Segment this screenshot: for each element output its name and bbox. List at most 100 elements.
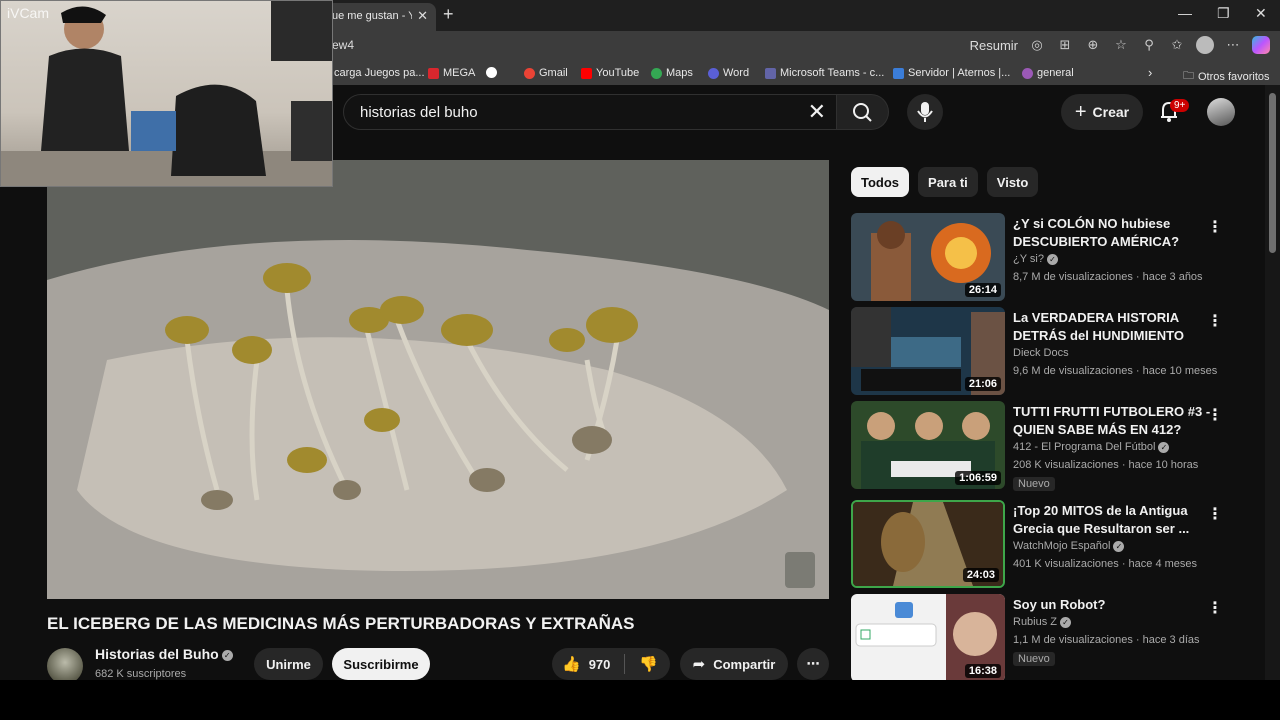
bookmark-item[interactable]: MEGA xyxy=(428,67,475,79)
search-button[interactable] xyxy=(837,94,889,130)
recommendation-channel[interactable]: Dieck Docs xyxy=(1013,347,1069,359)
recommendation-title[interactable]: Soy un Robot? xyxy=(1013,596,1213,614)
recommendation-title[interactable]: TUTTI FRUTTI FUTBOLERO #3 - QUIEN SABE M… xyxy=(1013,403,1213,439)
channel-avatar[interactable] xyxy=(47,648,83,680)
channel-text: WatchMojo Español xyxy=(1013,540,1111,552)
recommendation-item[interactable]: 16:38 Soy un Robot? Rubius Z ✓ 1,1 M de v… xyxy=(851,594,1251,680)
subscribe-button[interactable]: Suscribirme xyxy=(332,648,430,680)
address-bar[interactable]: ew4 xyxy=(332,38,354,52)
search-query: historias del buho xyxy=(360,104,478,121)
recommendation-title[interactable]: ¿Y si COLÓN NO hubiese DESCUBIERTO AMÉRI… xyxy=(1013,215,1213,251)
recommendation-meta: 208 K visualizaciones · hace 10 horas xyxy=(1013,459,1199,471)
profile-avatar[interactable] xyxy=(1196,36,1214,54)
recommendation-channel[interactable]: Rubius Z ✓ xyxy=(1013,616,1072,628)
bookmark-item[interactable] xyxy=(486,67,497,78)
reader-icon[interactable]: ◎ xyxy=(1028,37,1046,53)
bookmark-item[interactable]: general xyxy=(1022,67,1074,79)
share-button[interactable]: ➦ Compartir xyxy=(680,648,788,680)
discord-icon xyxy=(1022,67,1033,79)
kebab-menu-icon[interactable]: ⋮ xyxy=(1207,311,1223,331)
search-icon xyxy=(853,103,872,122)
like-button[interactable]: 👍 970 xyxy=(562,655,610,673)
video-title: EL ICEBERG DE LAS MEDICINAS MÁS PERTURBA… xyxy=(47,614,635,633)
recommendation-item[interactable]: 1:06:59 TUTTI FRUTTI FUTBOLERO #3 - QUIE… xyxy=(851,401,1251,491)
video-player[interactable] xyxy=(47,160,829,599)
kebab-menu-icon[interactable]: ⋮ xyxy=(1207,504,1223,524)
gmail-icon xyxy=(524,67,535,79)
chevron-right-icon[interactable]: › xyxy=(1148,65,1152,80)
video-duration: 16:38 xyxy=(964,664,1001,678)
video-duration: 1:06:59 xyxy=(955,471,1001,485)
bookmark-item[interactable]: YouTube xyxy=(581,67,639,79)
bookmark-item[interactable]: Microsoft Teams - c... xyxy=(765,67,884,79)
recommendation-title[interactable]: La VERDADERA HISTORIA DETRÁS del HUNDIMI… xyxy=(1013,309,1213,345)
user-avatar[interactable] xyxy=(1207,98,1235,126)
close-icon[interactable]: ✕ xyxy=(417,8,428,24)
recommendation-item[interactable]: 21:06 La VERDADERA HISTORIA DETRÁS del H… xyxy=(851,307,1251,395)
star-icon[interactable]: ☆ xyxy=(1112,37,1130,53)
recommendation-title[interactable]: ¡Top 20 MITOS de la Antigua Grecia que R… xyxy=(1013,502,1213,538)
video-thumbnail[interactable]: 21:06 xyxy=(851,307,1005,395)
join-button[interactable]: Unirme xyxy=(254,648,323,680)
create-label: Crear xyxy=(1092,104,1130,120)
more-icon[interactable]: ⋯ xyxy=(1224,37,1242,53)
video-thumbnail[interactable]: 1:06:59 xyxy=(851,401,1005,489)
channel-name[interactable]: Historias del Buho ✓ xyxy=(95,646,233,662)
recommendation-channel[interactable]: 412 - El Programa Del Fútbol ✓ xyxy=(1013,441,1170,453)
bookmark-item[interactable]: Word xyxy=(708,67,749,79)
video-thumbnail[interactable]: 26:14 xyxy=(851,213,1005,301)
folder-label: Otros favoritos xyxy=(1198,70,1270,83)
extensions-icon[interactable]: ⚲ xyxy=(1140,37,1158,53)
page-scrollbar[interactable] xyxy=(1265,85,1280,680)
recommendation-channel[interactable]: ¿Y si? ✓ xyxy=(1013,253,1058,265)
zoom-icon[interactable]: ⊕ xyxy=(1084,37,1102,53)
bookmark-item[interactable]: Maps xyxy=(651,67,693,79)
minimize-icon[interactable]: — xyxy=(1178,5,1192,21)
channel-text: Dieck Docs xyxy=(1013,347,1069,359)
video-thumbnail[interactable]: 16:38 xyxy=(851,594,1005,680)
chip-todos[interactable]: Todos xyxy=(851,167,910,197)
channel-text: ¿Y si? xyxy=(1013,253,1044,265)
browser-tab[interactable]: ue me gustan - Yo ✕ xyxy=(326,3,436,31)
more-actions-button[interactable]: ⋯ xyxy=(797,648,829,680)
new-tab-icon[interactable]: + xyxy=(443,4,454,25)
kebab-menu-icon[interactable]: ⋮ xyxy=(1207,405,1223,425)
thumbs-down-icon[interactable]: 👎 xyxy=(639,655,658,673)
search-input[interactable]: historias del buho ✕ xyxy=(343,94,837,130)
favorites-icon[interactable]: ✩ xyxy=(1168,37,1186,53)
folder-icon: 🗀 xyxy=(1183,70,1194,82)
recommendation-item[interactable]: 24:03 ¡Top 20 MITOS de la Antigua Grecia… xyxy=(851,500,1251,588)
chip-para-ti[interactable]: Para ti xyxy=(918,167,978,197)
verified-icon: ✓ xyxy=(221,649,233,661)
like-dislike-group: 👍 970 👎 xyxy=(552,648,670,680)
other-favorites-folder[interactable]: 🗀 Otros favoritos xyxy=(1183,67,1270,86)
video-thumbnail[interactable]: 24:03 xyxy=(851,500,1005,588)
recommendation-meta: 9,6 M de visualizaciones · hace 10 meses xyxy=(1013,365,1218,377)
restore-icon[interactable]: ❐ xyxy=(1217,5,1230,22)
bookmark-item[interactable]: Gmail xyxy=(524,67,568,79)
voice-search-button[interactable] xyxy=(907,94,943,130)
copilot-icon[interactable] xyxy=(1252,36,1270,54)
reading-mode-button[interactable]: Resumir xyxy=(970,38,1018,53)
bookmark-item[interactable]: Servidor | Aternos |... xyxy=(893,67,1010,79)
bookmark-item[interactable]: carga Juegos pa... xyxy=(334,67,425,79)
kebab-menu-icon[interactable]: ⋮ xyxy=(1207,217,1223,237)
scrollbar-thumb[interactable] xyxy=(1269,93,1276,253)
apps-icon[interactable]: ⊞ xyxy=(1056,37,1074,53)
window-close-icon[interactable]: ✕ xyxy=(1255,5,1267,22)
clear-search-icon[interactable]: ✕ xyxy=(808,99,826,125)
chip-visto[interactable]: Visto xyxy=(986,167,1039,197)
like-count: 970 xyxy=(588,656,611,672)
divider xyxy=(624,654,626,674)
omnibar-actions: Resumir ◎ ⊞ ⊕ ☆ ⚲ ✩ ⋯ xyxy=(970,36,1270,54)
tab-title: ue me gustan - Yo xyxy=(332,10,412,22)
video-duration: 26:14 xyxy=(964,283,1001,297)
kebab-menu-icon[interactable]: ⋮ xyxy=(1207,598,1223,618)
youtube-icon xyxy=(581,67,592,79)
recommendation-item[interactable]: 26:14 ¿Y si COLÓN NO hubiese DESCUBIERTO… xyxy=(851,213,1251,301)
maps-icon xyxy=(651,67,662,79)
recommendation-channel[interactable]: WatchMojo Español ✓ xyxy=(1013,540,1125,552)
create-button[interactable]: + Crear xyxy=(1061,94,1143,130)
mega-icon xyxy=(428,67,439,79)
bookmark-label: carga Juegos pa... xyxy=(334,67,425,79)
